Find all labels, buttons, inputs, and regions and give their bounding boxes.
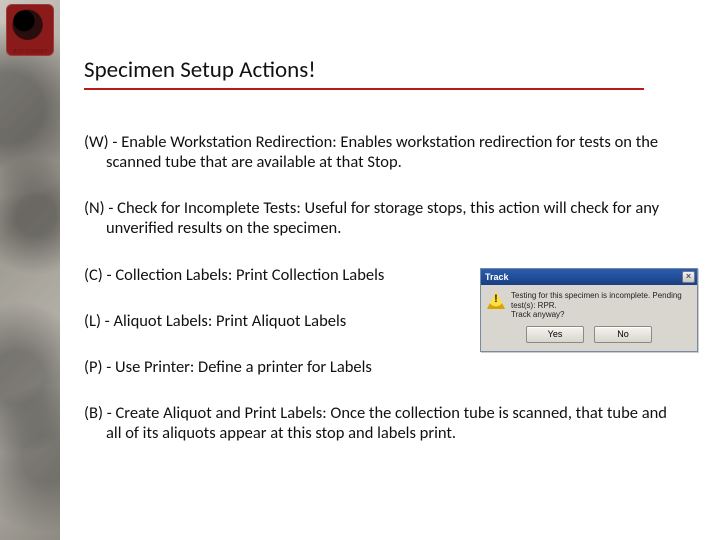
content-area: Specimen Setup Actions! (W) - Enable Wor… <box>60 0 720 540</box>
brand-logo-text: JUST SUNSOFT <box>6 48 54 54</box>
action-item-w: (W) - Enable Workstation Redirection: En… <box>84 132 686 172</box>
track-dialog: Track × Testing for this specimen is inc… <box>480 268 698 352</box>
action-item-b: (B) - Create Aliquot and Print Labels: O… <box>84 403 686 443</box>
warning-icon <box>487 291 505 309</box>
dialog-title: Track <box>485 272 509 282</box>
dialog-buttons: Yes No <box>481 322 697 351</box>
dialog-message: Testing for this specimen is incomplete.… <box>511 291 691 320</box>
dialog-message-line2: Track anyway? <box>511 310 691 320</box>
dialog-titlebar: Track × <box>481 269 697 285</box>
no-button[interactable]: No <box>594 326 652 343</box>
close-icon[interactable]: × <box>682 271 695 283</box>
dialog-body: Testing for this specimen is incomplete.… <box>481 285 697 322</box>
slide: JUST SUNSOFT Specimen Setup Actions! (W)… <box>0 0 720 540</box>
page-title: Specimen Setup Actions! <box>84 56 644 90</box>
dialog-message-line1: Testing for this specimen is incomplete.… <box>511 291 691 310</box>
action-item-n: (N) - Check for Incomplete Tests: Useful… <box>84 198 686 238</box>
brand-logo: JUST SUNSOFT <box>6 4 54 56</box>
yes-button[interactable]: Yes <box>526 326 584 343</box>
action-item-p: (P) - Use Printer: Define a printer for … <box>84 357 686 377</box>
sidebar-texture: JUST SUNSOFT <box>0 0 60 540</box>
